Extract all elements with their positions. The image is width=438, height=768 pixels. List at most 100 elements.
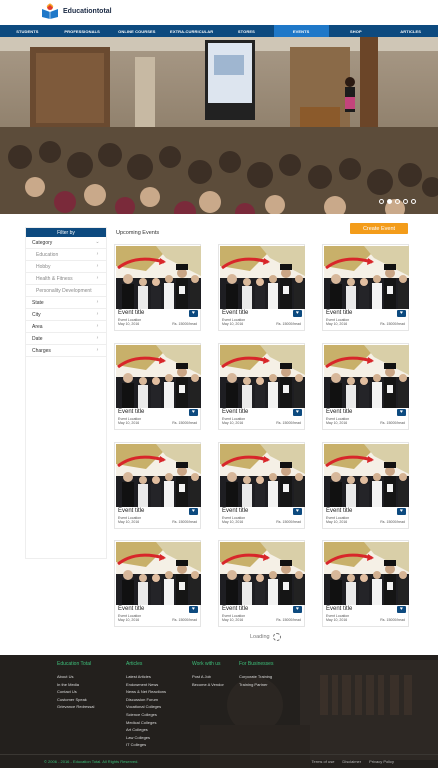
footer-link[interactable]: Become A Vendor [192,681,224,689]
filter-area[interactable]: Area › [26,321,106,333]
filter-education[interactable]: Education › [26,249,106,261]
heart-icon[interactable]: ♥ [189,606,198,613]
carousel-dot[interactable] [379,199,384,204]
filter-state[interactable]: State › [26,297,106,309]
logo[interactable]: Educationtotal [40,3,112,19]
heart-icon[interactable]: ♥ [397,508,406,515]
nav-item-stores[interactable]: STORES [219,25,274,37]
footer-link[interactable]: Contact Us [57,688,94,696]
footer-link[interactable]: Customer Speak [57,696,94,704]
footer-link[interactable]: Corporate Training [239,673,273,681]
heart-icon[interactable]: ♥ [293,606,302,613]
footer-column: Work with us Post A Job Become A Vendor [192,661,224,688]
event-title[interactable]: Event title [326,310,352,316]
heart-icon[interactable]: ♥ [397,310,406,317]
event-card[interactable]: Event title ♥ Event Location May 10, 2016 Rs… [322,540,409,627]
heart-icon[interactable]: ♥ [189,508,198,515]
event-card[interactable]: Event title ♥ Event Location May 10, 2016 Rs… [114,442,201,529]
footer-link[interactable]: Endowment News [126,681,166,689]
event-title[interactable]: Event title [118,508,144,514]
event-image[interactable] [220,246,305,309]
event-card[interactable]: Event title ♥ Event Location May 10, 2016 Rs… [114,540,201,627]
chevron-right-icon: › [96,323,99,329]
event-title[interactable]: Event title [326,409,352,415]
filter-city[interactable]: City › [26,309,106,321]
heart-icon[interactable]: ♥ [293,508,302,515]
carousel-dot[interactable] [411,199,416,204]
event-image[interactable] [116,246,201,309]
footer: Education Total About Us In the Media Conta… [0,655,438,768]
event-image[interactable] [116,444,201,507]
heart-icon[interactable]: ♥ [293,409,302,416]
event-image[interactable] [324,345,409,408]
filter-category[interactable]: Category ⌄ [26,237,106,249]
filter-personality-development[interactable]: Personality Development [26,285,106,297]
event-image[interactable] [220,345,305,408]
footer-link[interactable]: Post A Job [192,673,224,681]
event-card[interactable]: Event title ♥ Event Location May 10, 2016 Rs… [218,540,305,627]
event-title[interactable]: Event title [326,606,352,612]
filter-date[interactable]: Date › [26,333,106,345]
footer-link[interactable]: Law Colleges [126,734,166,742]
event-title[interactable]: Event title [118,310,144,316]
event-title[interactable]: Event title [118,606,144,612]
event-card[interactable]: Event title ♥ Event Location May 10, 2016 Rs… [114,244,201,331]
event-image[interactable] [324,444,409,507]
nav-item-online-courses[interactable]: ONLINE COURSES [110,25,165,37]
filter-health-fitness[interactable]: Health & Fitness › [26,273,106,285]
event-price: Rs. 15000/head [276,421,301,425]
event-image[interactable] [116,345,201,408]
event-card[interactable]: Event title ♥ Event Location May 10, 2016 Rs… [218,442,305,529]
footer-link[interactable]: Medical Colleges [126,719,166,727]
event-card[interactable]: Event title ♥ Event Location May 10, 2016 Rs… [322,244,409,331]
nav-item-shop[interactable]: SHOP [329,25,384,37]
event-title[interactable]: Event title [222,409,248,415]
filter-charges[interactable]: Charges › [26,345,106,357]
footer-link[interactable]: Vocational Colleges [126,703,166,711]
nav-item-students[interactable]: STUDENTS [0,25,55,37]
heart-icon[interactable]: ♥ [293,310,302,317]
footer-bottom-link[interactable]: Terms of use [312,759,335,764]
event-title[interactable]: Event title [326,508,352,514]
create-event-button[interactable]: Create Event [350,223,408,234]
nav-item-articles[interactable]: ARTICLES [383,25,438,37]
carousel-dot[interactable] [395,199,400,204]
event-card[interactable]: Event title ♥ Event Location May 10, 2016 Rs… [322,442,409,529]
event-title[interactable]: Event title [222,508,248,514]
event-card[interactable]: Event title ♥ Event Location May 10, 2016 Rs… [218,343,305,430]
heart-icon[interactable]: ♥ [189,310,198,317]
nav-item-events[interactable]: EVENTS [273,25,329,37]
footer-link[interactable]: Latest Articles [126,673,166,681]
carousel-dot[interactable] [387,199,392,204]
heart-icon[interactable]: ♥ [397,606,406,613]
footer-link[interactable]: IT Colleges [126,741,166,749]
heart-icon[interactable]: ♥ [397,409,406,416]
nav-item-extra-curricular[interactable]: EXTRA-CURRICULAR [164,25,219,37]
event-image[interactable] [220,444,305,507]
carousel-dot[interactable] [403,199,408,204]
footer-link[interactable]: Training Partner [239,681,273,689]
event-card[interactable]: Event title ♥ Event Location May 10, 2016 Rs… [322,343,409,430]
event-image[interactable] [116,542,201,605]
nav-item-professionals[interactable]: PROFESSIONALS [55,25,110,37]
event-title[interactable]: Event title [222,606,248,612]
footer-bottom-link[interactable]: Privacy Policy [369,759,394,764]
footer-link[interactable]: News & Net Reactions [126,688,166,696]
event-title[interactable]: Event title [222,310,248,316]
footer-link[interactable]: About Us [57,673,94,681]
event-card[interactable]: Event title ♥ Event Location May 10, 2016 Rs… [114,343,201,430]
event-card[interactable]: Event title ♥ Event Location May 10, 2016 Rs… [218,244,305,331]
footer-bottom-link[interactable]: Disclaimer [342,759,361,764]
event-image[interactable] [324,542,409,605]
event-image[interactable] [220,542,305,605]
heart-icon[interactable]: ♥ [189,409,198,416]
filter-label: Category [32,239,53,246]
event-title[interactable]: Event title [118,409,144,415]
footer-link[interactable]: In the Media [57,681,94,689]
filter-hobby[interactable]: Hobby › [26,261,106,273]
event-image[interactable] [324,246,409,309]
footer-link[interactable]: Grievance Redressal [57,703,94,711]
footer-link[interactable]: Art Colleges [126,726,166,734]
footer-link[interactable]: Discussion Forum [126,696,166,704]
footer-link[interactable]: Science Colleges [126,711,166,719]
